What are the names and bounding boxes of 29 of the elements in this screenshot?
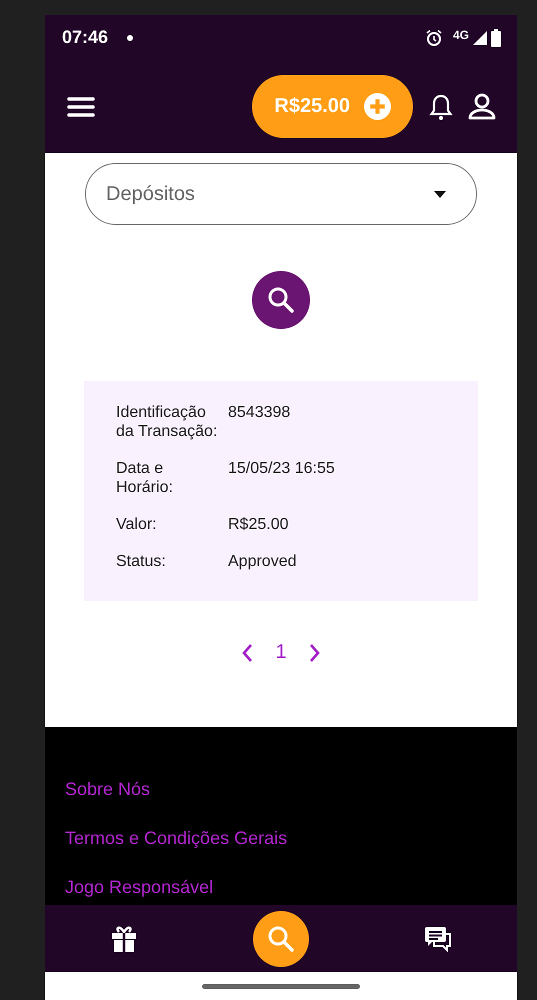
menu-icon[interactable] [67, 96, 95, 118]
page-number[interactable]: 1 [275, 641, 287, 664]
detail-value: R$25.00 [228, 515, 288, 534]
detail-value: Approved [228, 552, 296, 571]
previous-page-icon[interactable] [241, 642, 254, 662]
detail-label: Valor: [116, 515, 158, 534]
profile-icon[interactable] [467, 92, 497, 120]
home-indicator[interactable] [202, 984, 360, 988]
detail-label: Identificação da Transação: [116, 403, 218, 441]
footer-link[interactable]: Termos e Condições Gerais [65, 828, 288, 849]
battery-icon [491, 28, 501, 46]
notification-bell-icon[interactable] [429, 92, 453, 120]
transaction-type-dropdown[interactable]: Depósitos [85, 163, 477, 225]
network-type: 4G [452, 28, 469, 42]
footer-link[interactable]: Jogo Responsável [65, 877, 214, 898]
signal-icon [473, 30, 487, 46]
next-page-icon[interactable] [308, 642, 321, 662]
balance-button[interactable]: R$25.00 [252, 75, 413, 138]
footer-link[interactable]: Sobre Nós [65, 779, 150, 800]
notification-dot-icon [127, 34, 134, 40]
alarm-icon [424, 28, 443, 46]
dropdown-caret-icon [434, 190, 446, 198]
detail-label: Data e Horário: [116, 459, 174, 497]
detail-label: Status: [116, 552, 167, 571]
detail-value: 8543398 [228, 403, 290, 423]
search-icon [267, 286, 295, 314]
detail-value: 15/05/23 16:55 [228, 459, 335, 479]
status-time: 07:46 [62, 27, 108, 48]
add-icon [364, 93, 391, 120]
